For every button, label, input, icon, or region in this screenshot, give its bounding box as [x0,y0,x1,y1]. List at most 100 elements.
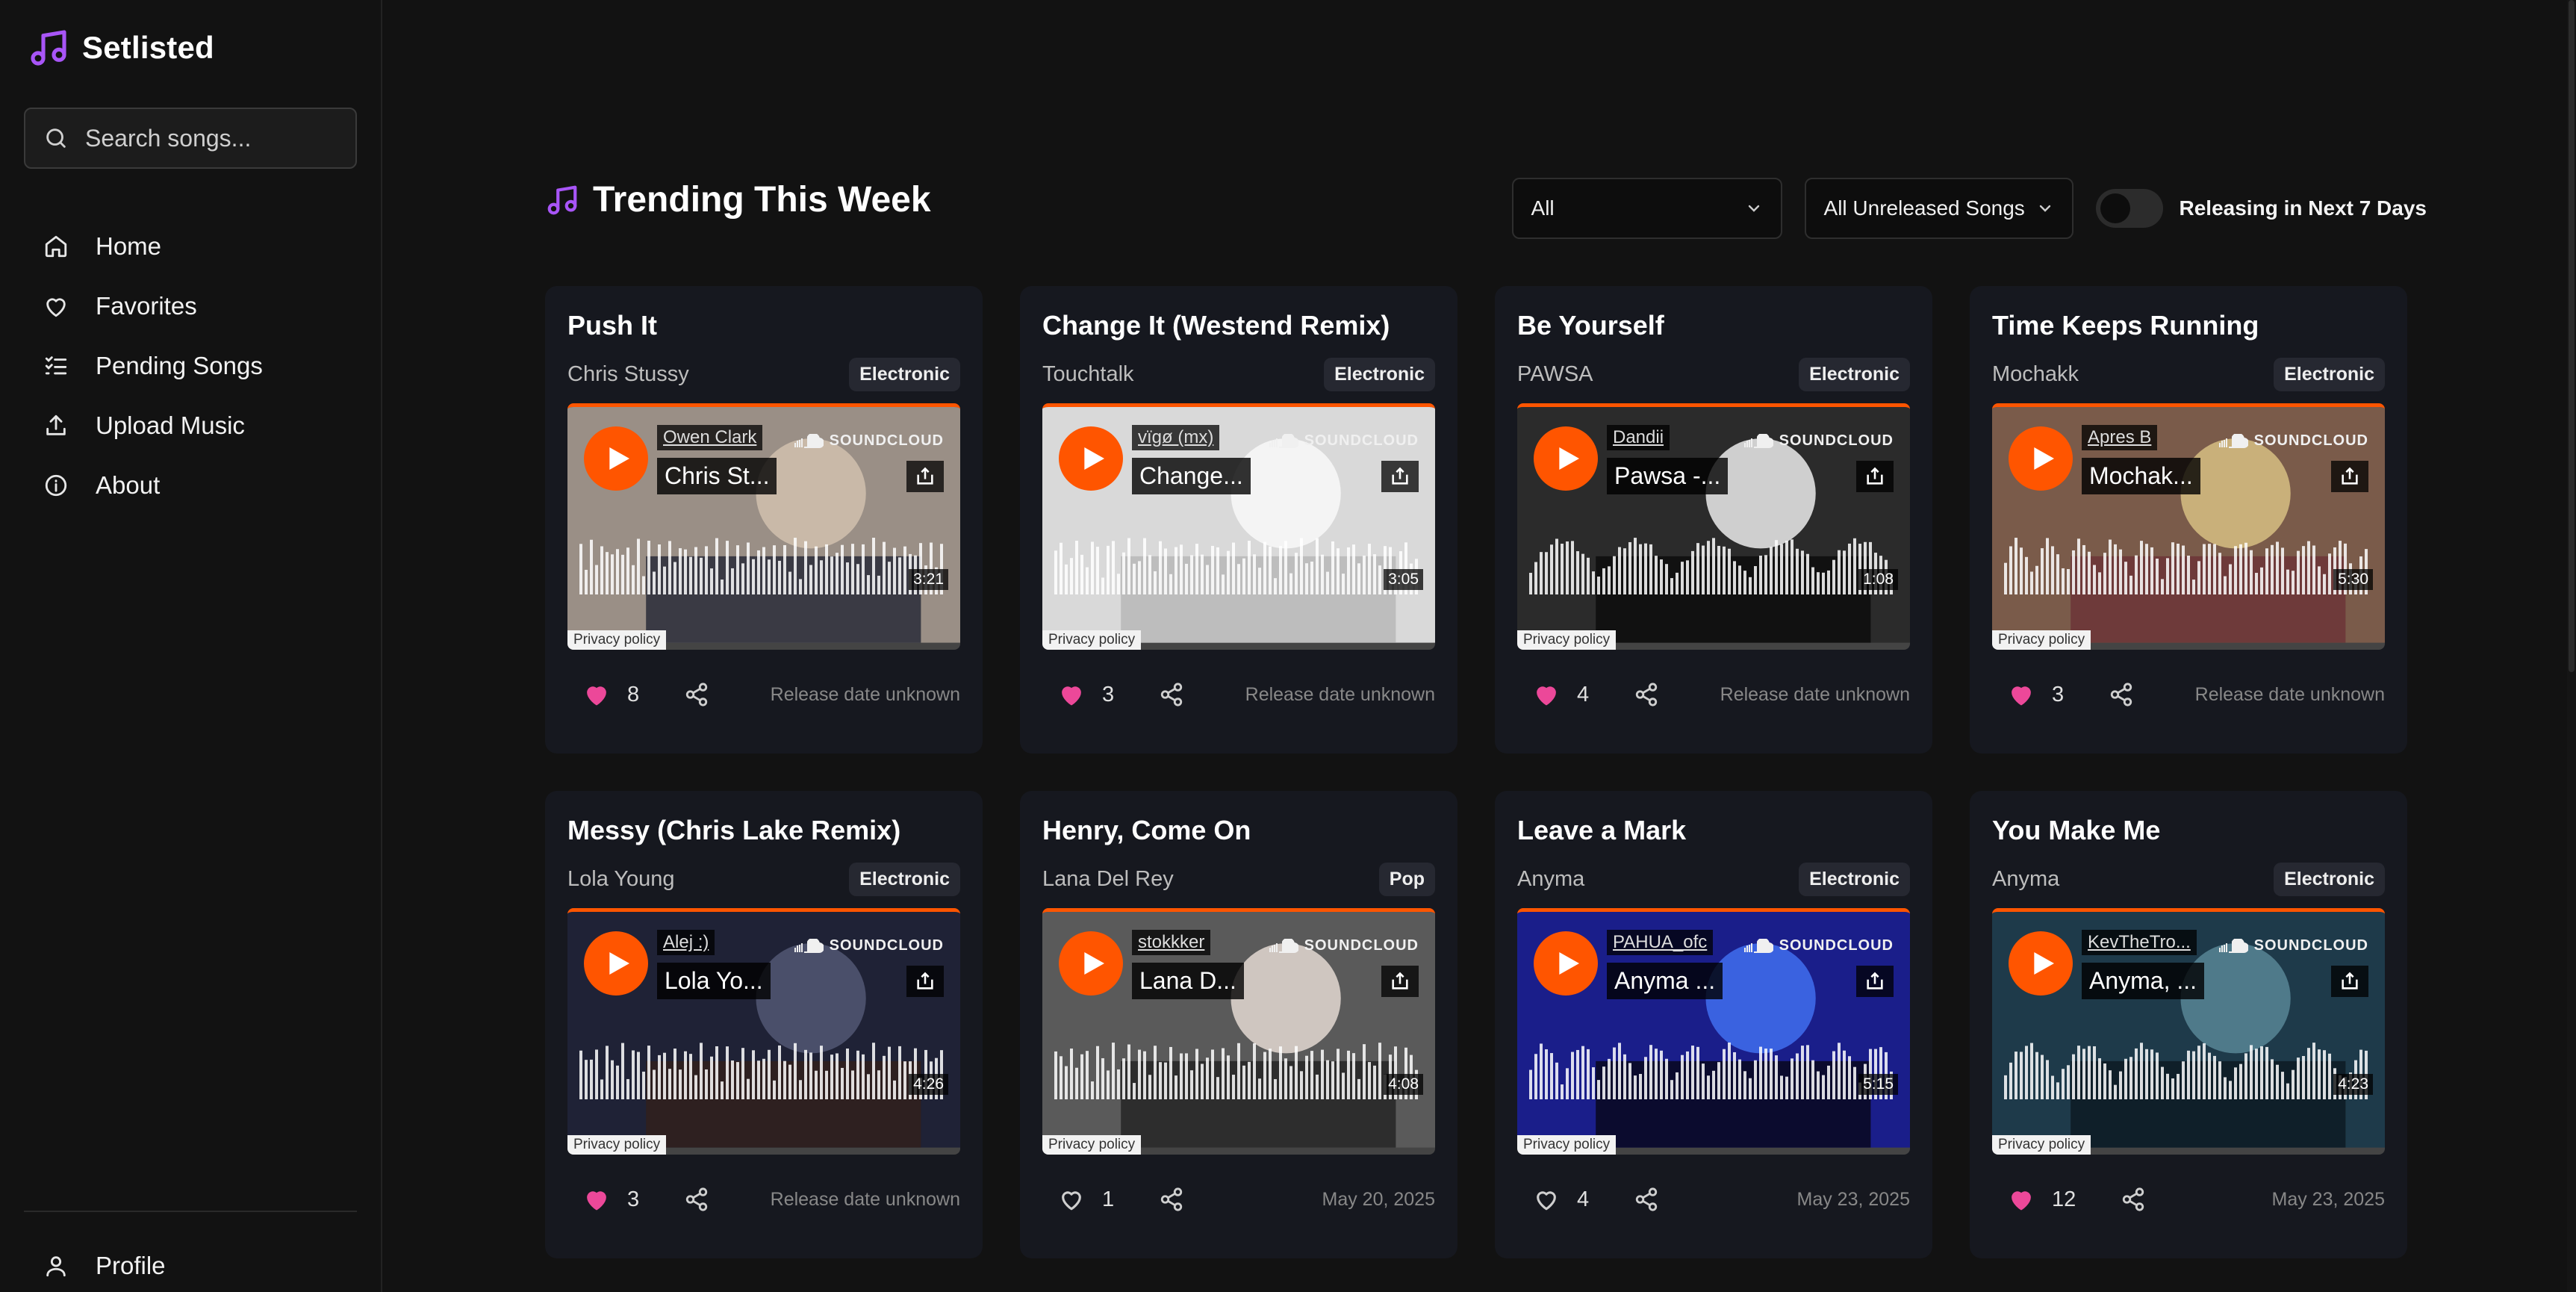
privacy-policy-link[interactable]: Privacy policy [567,630,667,650]
sidebar-item-home[interactable]: Home [43,217,263,276]
play-button[interactable] [584,931,648,996]
song-title[interactable]: Be Yourself [1517,310,1910,341]
genre-select[interactable]: All [1511,178,1782,239]
share-icon[interactable] [2121,1187,2146,1212]
waveform[interactable] [579,535,945,594]
share-icon[interactable] [1159,1187,1184,1212]
like-button[interactable]: 4 [1534,1187,1589,1212]
play-button[interactable] [1534,931,1598,996]
embed-share-button[interactable] [2331,966,2368,997]
song-artist[interactable]: Lana Del Rey [1042,867,1174,892]
uploader-link[interactable]: vïgø (mx) [1132,425,1220,450]
like-button[interactable]: 3 [2009,682,2064,707]
embed-share-button[interactable] [906,461,944,492]
like-button[interactable]: 4 [1534,682,1589,707]
uploader-link[interactable]: Owen Clark [657,425,763,450]
like-button[interactable]: 3 [584,1187,639,1212]
waveform[interactable] [1054,535,1420,594]
share-icon[interactable] [1634,682,1659,707]
soundcloud-embed[interactable]: Owen Clark Chris St... SOUNDCLOUD 3:21 P… [567,403,960,650]
scrollbar[interactable] [2567,0,2576,1292]
play-button[interactable] [2009,931,2073,996]
sidebar-item-about[interactable]: About [43,456,263,515]
soundcloud-embed[interactable]: Apres B Mochak... SOUNDCLOUD 5:30 Privac… [1992,403,2385,650]
play-button[interactable] [1059,931,1123,996]
privacy-policy-link[interactable]: Privacy policy [1992,1135,2091,1155]
privacy-policy-link[interactable]: Privacy policy [1992,630,2091,650]
search-input[interactable] [85,124,339,152]
play-button[interactable] [584,426,648,491]
waveform[interactable] [1054,1040,1420,1099]
song-artist[interactable]: Lola Young [567,867,675,892]
song-card[interactable]: Leave a Mark Anyma Electronic PAHUA_ofc … [1495,791,1932,1258]
share-icon[interactable] [2109,682,2134,707]
sidebar-item-profile[interactable]: Profile [43,1236,166,1292]
embed-share-button[interactable] [1856,461,1894,492]
waveform[interactable] [1529,1040,1895,1099]
release-week-toggle[interactable] [2095,189,2163,228]
track-name[interactable]: Lana D... [1132,963,1244,999]
song-title[interactable]: Time Keeps Running [1992,310,2385,341]
share-icon[interactable] [684,682,709,707]
song-artist[interactable]: Anyma [1992,867,2059,892]
song-artist[interactable]: Chris Stussy [567,362,689,387]
like-button[interactable]: 1 [1059,1187,1114,1212]
track-name[interactable]: Mochak... [2082,458,2200,494]
song-card[interactable]: Henry, Come On Lana Del Rey Pop stokkker… [1020,791,1457,1258]
embed-share-button[interactable] [2331,461,2368,492]
soundcloud-logo[interactable]: SOUNDCLOUD [1743,937,1894,954]
soundcloud-logo[interactable]: SOUNDCLOUD [1743,432,1894,450]
soundcloud-embed[interactable]: KevTheTro... Anyma, ... SOUNDCLOUD 4:23 … [1992,908,2385,1155]
soundcloud-logo[interactable]: SOUNDCLOUD [1269,937,1419,954]
privacy-policy-link[interactable]: Privacy policy [1042,1135,1142,1155]
song-title[interactable]: Push It [567,310,960,341]
privacy-policy-link[interactable]: Privacy policy [1517,1135,1617,1155]
song-artist[interactable]: PAWSA [1517,362,1593,387]
share-icon[interactable] [684,1187,709,1212]
soundcloud-logo[interactable]: SOUNDCLOUD [2218,937,2368,954]
song-artist[interactable]: Mochakk [1992,362,2079,387]
soundcloud-embed[interactable]: stokkker Lana D... SOUNDCLOUD 4:08 Priva… [1042,908,1435,1155]
track-name[interactable]: Chris St... [657,458,777,494]
song-title[interactable]: You Make Me [1992,815,2385,846]
search-box[interactable] [24,108,357,169]
uploader-link[interactable]: stokkker [1132,930,1211,955]
sidebar-item-upload-music[interactable]: Upload Music [43,396,263,456]
scrollbar-thumb[interactable] [2569,0,2575,672]
embed-share-button[interactable] [1856,966,1894,997]
soundcloud-logo[interactable]: SOUNDCLOUD [794,937,944,954]
embed-share-button[interactable] [906,966,944,997]
soundcloud-logo[interactable]: SOUNDCLOUD [2218,432,2368,450]
uploader-link[interactable]: Apres B [2082,425,2158,450]
uploader-link[interactable]: Alej :) [657,930,715,955]
like-button[interactable]: 8 [584,682,639,707]
song-artist[interactable]: Anyma [1517,867,1584,892]
privacy-policy-link[interactable]: Privacy policy [1042,630,1142,650]
song-card[interactable]: You Make Me Anyma Electronic KevTheTro..… [1970,791,2407,1258]
play-button[interactable] [1059,426,1123,491]
like-button[interactable]: 12 [2009,1187,2076,1212]
waveform[interactable] [2004,535,2370,594]
song-artist[interactable]: Touchtalk [1042,362,1134,387]
privacy-policy-link[interactable]: Privacy policy [1517,630,1617,650]
share-icon[interactable] [1159,682,1184,707]
track-name[interactable]: Anyma ... [1607,963,1723,999]
privacy-policy-link[interactable]: Privacy policy [567,1135,667,1155]
track-name[interactable]: Anyma, ... [2082,963,2205,999]
song-card[interactable]: Change It (Westend Remix) Touchtalk Elec… [1020,286,1457,754]
song-title[interactable]: Leave a Mark [1517,815,1910,846]
song-title[interactable]: Henry, Come On [1042,815,1435,846]
play-button[interactable] [2009,426,2073,491]
soundcloud-embed[interactable]: PAHUA_ofc Anyma ... SOUNDCLOUD 5:15 Priv… [1517,908,1910,1155]
waveform[interactable] [1529,535,1895,594]
soundcloud-embed[interactable]: Dandii Pawsa -... SOUNDCLOUD 1:08 Privac… [1517,403,1910,650]
song-card[interactable]: Time Keeps Running Mochakk Electronic Ap… [1970,286,2407,754]
track-name[interactable]: Change... [1132,458,1251,494]
brand[interactable]: Setlisted [27,27,214,69]
song-title[interactable]: Change It (Westend Remix) [1042,310,1435,341]
waveform[interactable] [579,1040,945,1099]
uploader-link[interactable]: PAHUA_ofc [1607,930,1714,955]
waveform[interactable] [2004,1040,2370,1099]
embed-share-button[interactable] [1381,966,1419,997]
song-title[interactable]: Messy (Chris Lake Remix) [567,815,960,846]
